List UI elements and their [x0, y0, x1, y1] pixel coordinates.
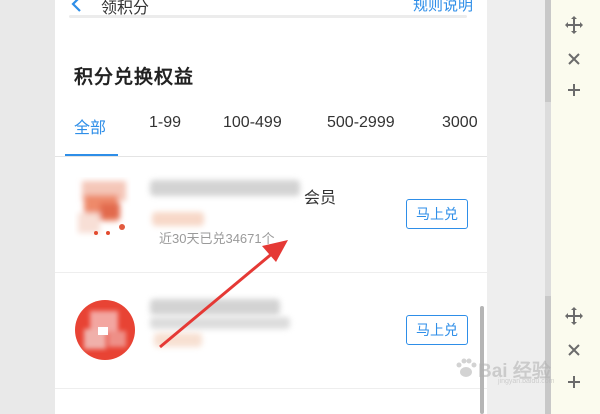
tab-3000[interactable]: 3000 [442, 114, 478, 132]
tab-100-499[interactable]: 100-499 [223, 114, 282, 132]
redeem-button[interactable]: 马上兑 [406, 199, 468, 229]
list-item[interactable]: 马上兑 [55, 273, 487, 389]
header-divider [69, 15, 467, 18]
rules-link[interactable]: 规则说明 [413, 0, 473, 15]
plus-icon[interactable] [563, 79, 585, 101]
item-name-redacted [150, 180, 300, 196]
item-price-redacted [152, 212, 204, 226]
item-divider [55, 388, 487, 389]
item-name: 会员 [304, 190, 337, 207]
tab-500-2999[interactable]: 500-2999 [327, 114, 395, 132]
item-subtitle-redacted [150, 317, 290, 329]
price-filter-tabs: 全部 1-99 100-499 500-2999 3000 [55, 114, 487, 158]
item-thumbnail [74, 299, 136, 361]
list-item[interactable]: 会员 近30天已兑34671个 马上兑 [55, 157, 487, 273]
item-price-redacted [154, 333, 202, 347]
paw-icon [456, 358, 477, 377]
section-title: 积分兑换权益 [74, 67, 195, 88]
move-icon[interactable] [563, 305, 585, 327]
close-icon[interactable] [563, 48, 585, 70]
back-arrow-icon[interactable] [69, 0, 85, 12]
watermark: Bai 经验 jingyan.baidu.com [452, 350, 592, 390]
left-backdrop [0, 0, 55, 414]
item-thumbnail [74, 177, 136, 239]
move-icon[interactable] [563, 14, 585, 36]
redeem-button[interactable]: 马上兑 [406, 315, 468, 345]
item-name-redacted [150, 299, 280, 315]
phone-screen: 领积分 规则说明 积分兑换权益 全部 1-99 100-499 500-2999… [55, 0, 487, 414]
page-header: 领积分 规则说明 [55, 0, 487, 28]
watermark-url: jingyan.baidu.com [498, 378, 555, 385]
tab-all[interactable]: 全部 [74, 114, 106, 138]
tab-1-99[interactable]: 1-99 [149, 114, 181, 132]
item-sales-count: 近30天已兑34671个 [159, 231, 275, 246]
